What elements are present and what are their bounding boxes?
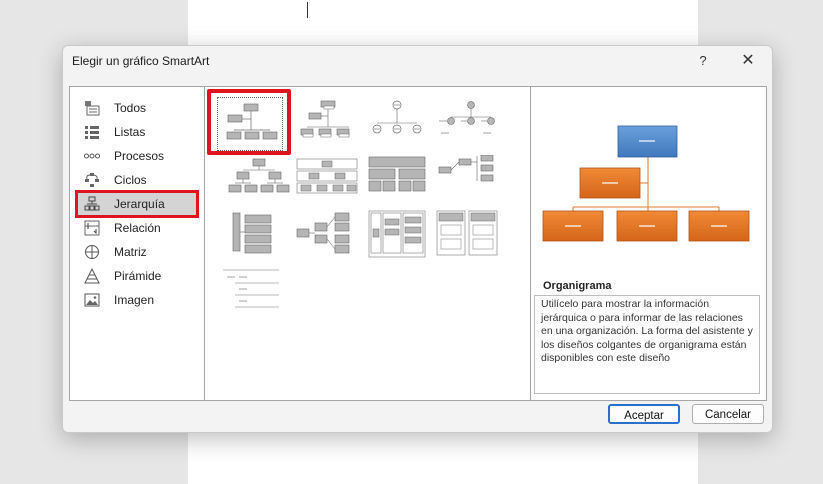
ok-button[interactable]: Aceptar: [608, 404, 680, 424]
smartart-dialog: Elegir un gráfico SmartArt ? ✕ Todos Lis…: [62, 45, 773, 433]
dialog-title: Elegir un gráfico SmartArt: [72, 54, 210, 68]
hierarchy-icon: [84, 196, 100, 211]
layout-circle-picture-hierarchy[interactable]: [365, 97, 429, 149]
layout-hierarchy-list[interactable]: [227, 209, 291, 261]
category-label: Pirámide: [114, 269, 162, 283]
dialog-titlebar[interactable]: Elegir un gráfico SmartArt ? ✕: [63, 46, 772, 76]
preview-diagram: [542, 125, 750, 242]
relationship-icon: [84, 220, 100, 236]
all-icon: [85, 101, 100, 116]
layout-table-hierarchy[interactable]: [365, 155, 429, 207]
picture-icon: [84, 293, 100, 307]
category-lists[interactable]: Listas: [78, 121, 196, 143]
preview-description: Utilícelo para mostrar la información je…: [534, 295, 760, 394]
layout-gallery: [205, 87, 531, 400]
category-picture[interactable]: Imagen: [78, 289, 196, 311]
category-relationship[interactable]: Relación: [78, 217, 196, 239]
matrix-icon: [85, 245, 99, 259]
close-button[interactable]: ✕: [735, 50, 761, 72]
category-all[interactable]: Todos: [78, 97, 196, 119]
layout-organization-chart[interactable]: [217, 97, 283, 151]
category-matrix[interactable]: Matriz: [78, 241, 196, 263]
category-label: Jerarquía: [114, 197, 165, 211]
dialog-content: Todos Listas Procesos Ciclos Jerarquía R…: [69, 86, 767, 401]
category-label: Listas: [114, 125, 146, 139]
list-icon: [85, 126, 99, 139]
category-pyramid[interactable]: Pirámide: [78, 265, 196, 287]
text-cursor: [307, 2, 308, 18]
layout-table-list[interactable]: [223, 267, 287, 319]
category-label: Ciclos: [114, 173, 147, 187]
cancel-button[interactable]: Cancelar: [692, 404, 764, 424]
layout-lined-list[interactable]: [365, 209, 429, 261]
category-cycles[interactable]: Ciclos: [78, 169, 196, 191]
layout-horizontal-hierarchy[interactable]: [295, 209, 359, 261]
layout-hierarchy-circles[interactable]: [435, 97, 499, 149]
category-label: Matriz: [114, 245, 147, 259]
category-processes[interactable]: Procesos: [78, 145, 196, 167]
category-label: Imagen: [114, 293, 155, 307]
layout-name-title-org-chart[interactable]: [297, 97, 361, 149]
category-label: Relación: [114, 221, 161, 235]
preview-pane: Organigrama Utilícelo para mostrar la in…: [531, 87, 766, 400]
cycle-icon: [85, 173, 99, 187]
layout-architecture[interactable]: [435, 209, 499, 261]
layout-hierarchy[interactable]: [227, 155, 291, 207]
preview-title: Organigrama: [543, 280, 612, 292]
category-list: Todos Listas Procesos Ciclos Jerarquía R…: [70, 87, 205, 400]
help-button[interactable]: ?: [691, 50, 715, 72]
category-label: Procesos: [114, 149, 165, 163]
category-label: Todos: [114, 101, 147, 115]
layout-labeled-hierarchy[interactable]: [295, 155, 359, 207]
pyramid-icon: [84, 268, 100, 284]
layout-horizontal-org-chart[interactable]: [435, 155, 499, 207]
category-hierarchy[interactable]: Jerarquía: [75, 190, 199, 218]
process-icon: [84, 153, 100, 159]
